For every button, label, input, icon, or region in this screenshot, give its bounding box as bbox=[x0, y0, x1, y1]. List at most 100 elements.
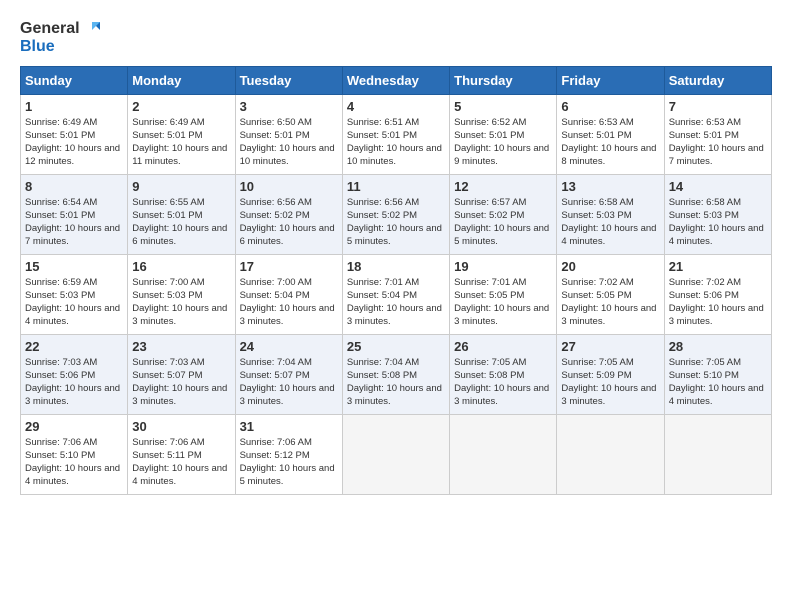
day-number: 18 bbox=[347, 259, 445, 274]
calendar-day-cell: 17 Sunrise: 7:00 AMSunset: 5:04 PMDayligh… bbox=[235, 254, 342, 334]
calendar-day-cell: 1 Sunrise: 6:49 AMSunset: 5:01 PMDaylight… bbox=[21, 94, 128, 174]
day-info: Sunrise: 7:06 AMSunset: 5:12 PMDaylight:… bbox=[240, 436, 338, 489]
day-info: Sunrise: 7:04 AMSunset: 5:07 PMDaylight:… bbox=[240, 356, 338, 409]
calendar-week-row: 22 Sunrise: 7:03 AMSunset: 5:06 PMDayligh… bbox=[21, 334, 772, 414]
calendar-day-cell: 7Sunrise: 6:53 AMSunset: 5:01 PMDaylight… bbox=[664, 94, 771, 174]
weekday-header-friday: Friday bbox=[557, 66, 664, 94]
day-number: 9 bbox=[132, 179, 230, 194]
calendar-week-row: 1 Sunrise: 6:49 AMSunset: 5:01 PMDaylight… bbox=[21, 94, 772, 174]
day-info: Sunrise: 6:52 AMSunset: 5:01 PMDaylight:… bbox=[454, 116, 552, 169]
day-number: 5 bbox=[454, 99, 552, 114]
calendar-day-cell: 20 Sunrise: 7:02 AMSunset: 5:05 PMDayligh… bbox=[557, 254, 664, 334]
day-info: Sunrise: 6:53 AMSunset: 5:01 PMDaylight:… bbox=[669, 116, 767, 169]
day-number: 13 bbox=[561, 179, 659, 194]
day-number: 20 bbox=[561, 259, 659, 274]
weekday-header-tuesday: Tuesday bbox=[235, 66, 342, 94]
day-info: Sunrise: 6:57 AMSunset: 5:02 PMDaylight:… bbox=[454, 196, 552, 249]
weekday-header-wednesday: Wednesday bbox=[342, 66, 449, 94]
day-info: Sunrise: 7:00 AMSunset: 5:04 PMDaylight:… bbox=[240, 276, 338, 329]
calendar-week-row: 29 Sunrise: 7:06 AMSunset: 5:10 PMDayligh… bbox=[21, 414, 772, 494]
calendar-day-cell: 26 Sunrise: 7:05 AMSunset: 5:08 PMDayligh… bbox=[450, 334, 557, 414]
day-number: 30 bbox=[132, 419, 230, 434]
day-number: 29 bbox=[25, 419, 123, 434]
day-info: Sunrise: 6:50 AMSunset: 5:01 PMDaylight:… bbox=[240, 116, 338, 169]
day-info: Sunrise: 6:54 AMSunset: 5:01 PMDaylight:… bbox=[25, 196, 123, 249]
calendar-day-cell: 15Sunrise: 6:59 AMSunset: 5:03 PMDayligh… bbox=[21, 254, 128, 334]
calendar-day-cell: 19 Sunrise: 7:01 AMSunset: 5:05 PMDayligh… bbox=[450, 254, 557, 334]
day-info: Sunrise: 7:05 AMSunset: 5:09 PMDaylight:… bbox=[561, 356, 659, 409]
logo-blue: Blue bbox=[20, 38, 55, 56]
calendar-day-cell: 10 Sunrise: 6:56 AMSunset: 5:02 PMDayligh… bbox=[235, 174, 342, 254]
calendar-day-cell: 21 Sunrise: 7:02 AMSunset: 5:06 PMDayligh… bbox=[664, 254, 771, 334]
day-info: Sunrise: 6:56 AMSunset: 5:02 PMDaylight:… bbox=[240, 196, 338, 249]
day-info: Sunrise: 6:49 AMSunset: 5:01 PMDaylight:… bbox=[132, 116, 230, 169]
day-number: 22 bbox=[25, 339, 123, 354]
day-number: 6 bbox=[561, 99, 659, 114]
day-info: Sunrise: 6:49 AMSunset: 5:01 PMDaylight:… bbox=[25, 116, 123, 169]
calendar-day-cell: 14Sunrise: 6:58 AMSunset: 5:03 PMDayligh… bbox=[664, 174, 771, 254]
day-number: 17 bbox=[240, 259, 338, 274]
weekday-header-thursday: Thursday bbox=[450, 66, 557, 94]
day-info: Sunrise: 7:06 AMSunset: 5:10 PMDaylight:… bbox=[25, 436, 123, 489]
day-number: 31 bbox=[240, 419, 338, 434]
day-info: Sunrise: 7:04 AMSunset: 5:08 PMDaylight:… bbox=[347, 356, 445, 409]
weekday-header-saturday: Saturday bbox=[664, 66, 771, 94]
day-number: 25 bbox=[347, 339, 445, 354]
calendar-day-cell: 28 Sunrise: 7:05 AMSunset: 5:10 PMDayligh… bbox=[664, 334, 771, 414]
day-number: 4 bbox=[347, 99, 445, 114]
day-info: Sunrise: 7:01 AMSunset: 5:04 PMDaylight:… bbox=[347, 276, 445, 329]
calendar-day-cell: 29 Sunrise: 7:06 AMSunset: 5:10 PMDayligh… bbox=[21, 414, 128, 494]
calendar-day-cell: 13Sunrise: 6:58 AMSunset: 5:03 PMDayligh… bbox=[557, 174, 664, 254]
day-info: Sunrise: 7:03 AMSunset: 5:07 PMDaylight:… bbox=[132, 356, 230, 409]
calendar-day-cell: 12Sunrise: 6:57 AMSunset: 5:02 PMDayligh… bbox=[450, 174, 557, 254]
day-number: 28 bbox=[669, 339, 767, 354]
empty-day-cell bbox=[664, 414, 771, 494]
day-number: 19 bbox=[454, 259, 552, 274]
calendar-week-row: 15Sunrise: 6:59 AMSunset: 5:03 PMDayligh… bbox=[21, 254, 772, 334]
day-info: Sunrise: 7:05 AMSunset: 5:08 PMDaylight:… bbox=[454, 356, 552, 409]
day-number: 21 bbox=[669, 259, 767, 274]
day-number: 26 bbox=[454, 339, 552, 354]
calendar-day-cell: 3 Sunrise: 6:50 AMSunset: 5:01 PMDaylight… bbox=[235, 94, 342, 174]
empty-day-cell bbox=[342, 414, 449, 494]
day-info: Sunrise: 6:55 AMSunset: 5:01 PMDaylight:… bbox=[132, 196, 230, 249]
header: General Blue bbox=[20, 20, 772, 56]
day-info: Sunrise: 7:02 AMSunset: 5:06 PMDaylight:… bbox=[669, 276, 767, 329]
calendar-day-cell: 8 Sunrise: 6:54 AMSunset: 5:01 PMDaylight… bbox=[21, 174, 128, 254]
calendar-day-cell: 11 Sunrise: 6:56 AMSunset: 5:02 PMDayligh… bbox=[342, 174, 449, 254]
weekday-header-monday: Monday bbox=[128, 66, 235, 94]
logo: General Blue bbox=[20, 20, 100, 56]
calendar-day-cell: 2 Sunrise: 6:49 AMSunset: 5:01 PMDaylight… bbox=[128, 94, 235, 174]
day-info: Sunrise: 6:59 AMSunset: 5:03 PMDaylight:… bbox=[25, 276, 123, 329]
weekday-header-row: SundayMondayTuesdayWednesdayThursdayFrid… bbox=[21, 66, 772, 94]
day-number: 11 bbox=[347, 179, 445, 194]
calendar-day-cell: 6 Sunrise: 6:53 AMSunset: 5:01 PMDaylight… bbox=[557, 94, 664, 174]
day-info: Sunrise: 7:02 AMSunset: 5:05 PMDaylight:… bbox=[561, 276, 659, 329]
day-info: Sunrise: 6:51 AMSunset: 5:01 PMDaylight:… bbox=[347, 116, 445, 169]
logo-text-block: General Blue bbox=[20, 20, 100, 56]
day-info: Sunrise: 6:56 AMSunset: 5:02 PMDaylight:… bbox=[347, 196, 445, 249]
calendar-day-cell: 18 Sunrise: 7:01 AMSunset: 5:04 PMDayligh… bbox=[342, 254, 449, 334]
weekday-header-sunday: Sunday bbox=[21, 66, 128, 94]
day-number: 3 bbox=[240, 99, 338, 114]
calendar-day-cell: 4 Sunrise: 6:51 AMSunset: 5:01 PMDaylight… bbox=[342, 94, 449, 174]
day-number: 2 bbox=[132, 99, 230, 114]
day-info: Sunrise: 7:01 AMSunset: 5:05 PMDaylight:… bbox=[454, 276, 552, 329]
calendar-day-cell: 25 Sunrise: 7:04 AMSunset: 5:08 PMDayligh… bbox=[342, 334, 449, 414]
day-number: 1 bbox=[25, 99, 123, 114]
day-info: Sunrise: 6:58 AMSunset: 5:03 PMDaylight:… bbox=[669, 196, 767, 249]
day-info: Sunrise: 6:53 AMSunset: 5:01 PMDaylight:… bbox=[561, 116, 659, 169]
calendar-day-cell: 22 Sunrise: 7:03 AMSunset: 5:06 PMDayligh… bbox=[21, 334, 128, 414]
calendar-day-cell: 16Sunrise: 7:00 AMSunset: 5:03 PMDayligh… bbox=[128, 254, 235, 334]
day-number: 10 bbox=[240, 179, 338, 194]
calendar-day-cell: 23Sunrise: 7:03 AMSunset: 5:07 PMDayligh… bbox=[128, 334, 235, 414]
calendar-day-cell: 27Sunrise: 7:05 AMSunset: 5:09 PMDayligh… bbox=[557, 334, 664, 414]
day-info: Sunrise: 7:05 AMSunset: 5:10 PMDaylight:… bbox=[669, 356, 767, 409]
calendar-table: SundayMondayTuesdayWednesdayThursdayFrid… bbox=[20, 66, 772, 495]
empty-day-cell bbox=[557, 414, 664, 494]
day-info: Sunrise: 7:03 AMSunset: 5:06 PMDaylight:… bbox=[25, 356, 123, 409]
day-number: 8 bbox=[25, 179, 123, 194]
empty-day-cell bbox=[450, 414, 557, 494]
day-number: 16 bbox=[132, 259, 230, 274]
calendar-day-cell: 24Sunrise: 7:04 AMSunset: 5:07 PMDayligh… bbox=[235, 334, 342, 414]
